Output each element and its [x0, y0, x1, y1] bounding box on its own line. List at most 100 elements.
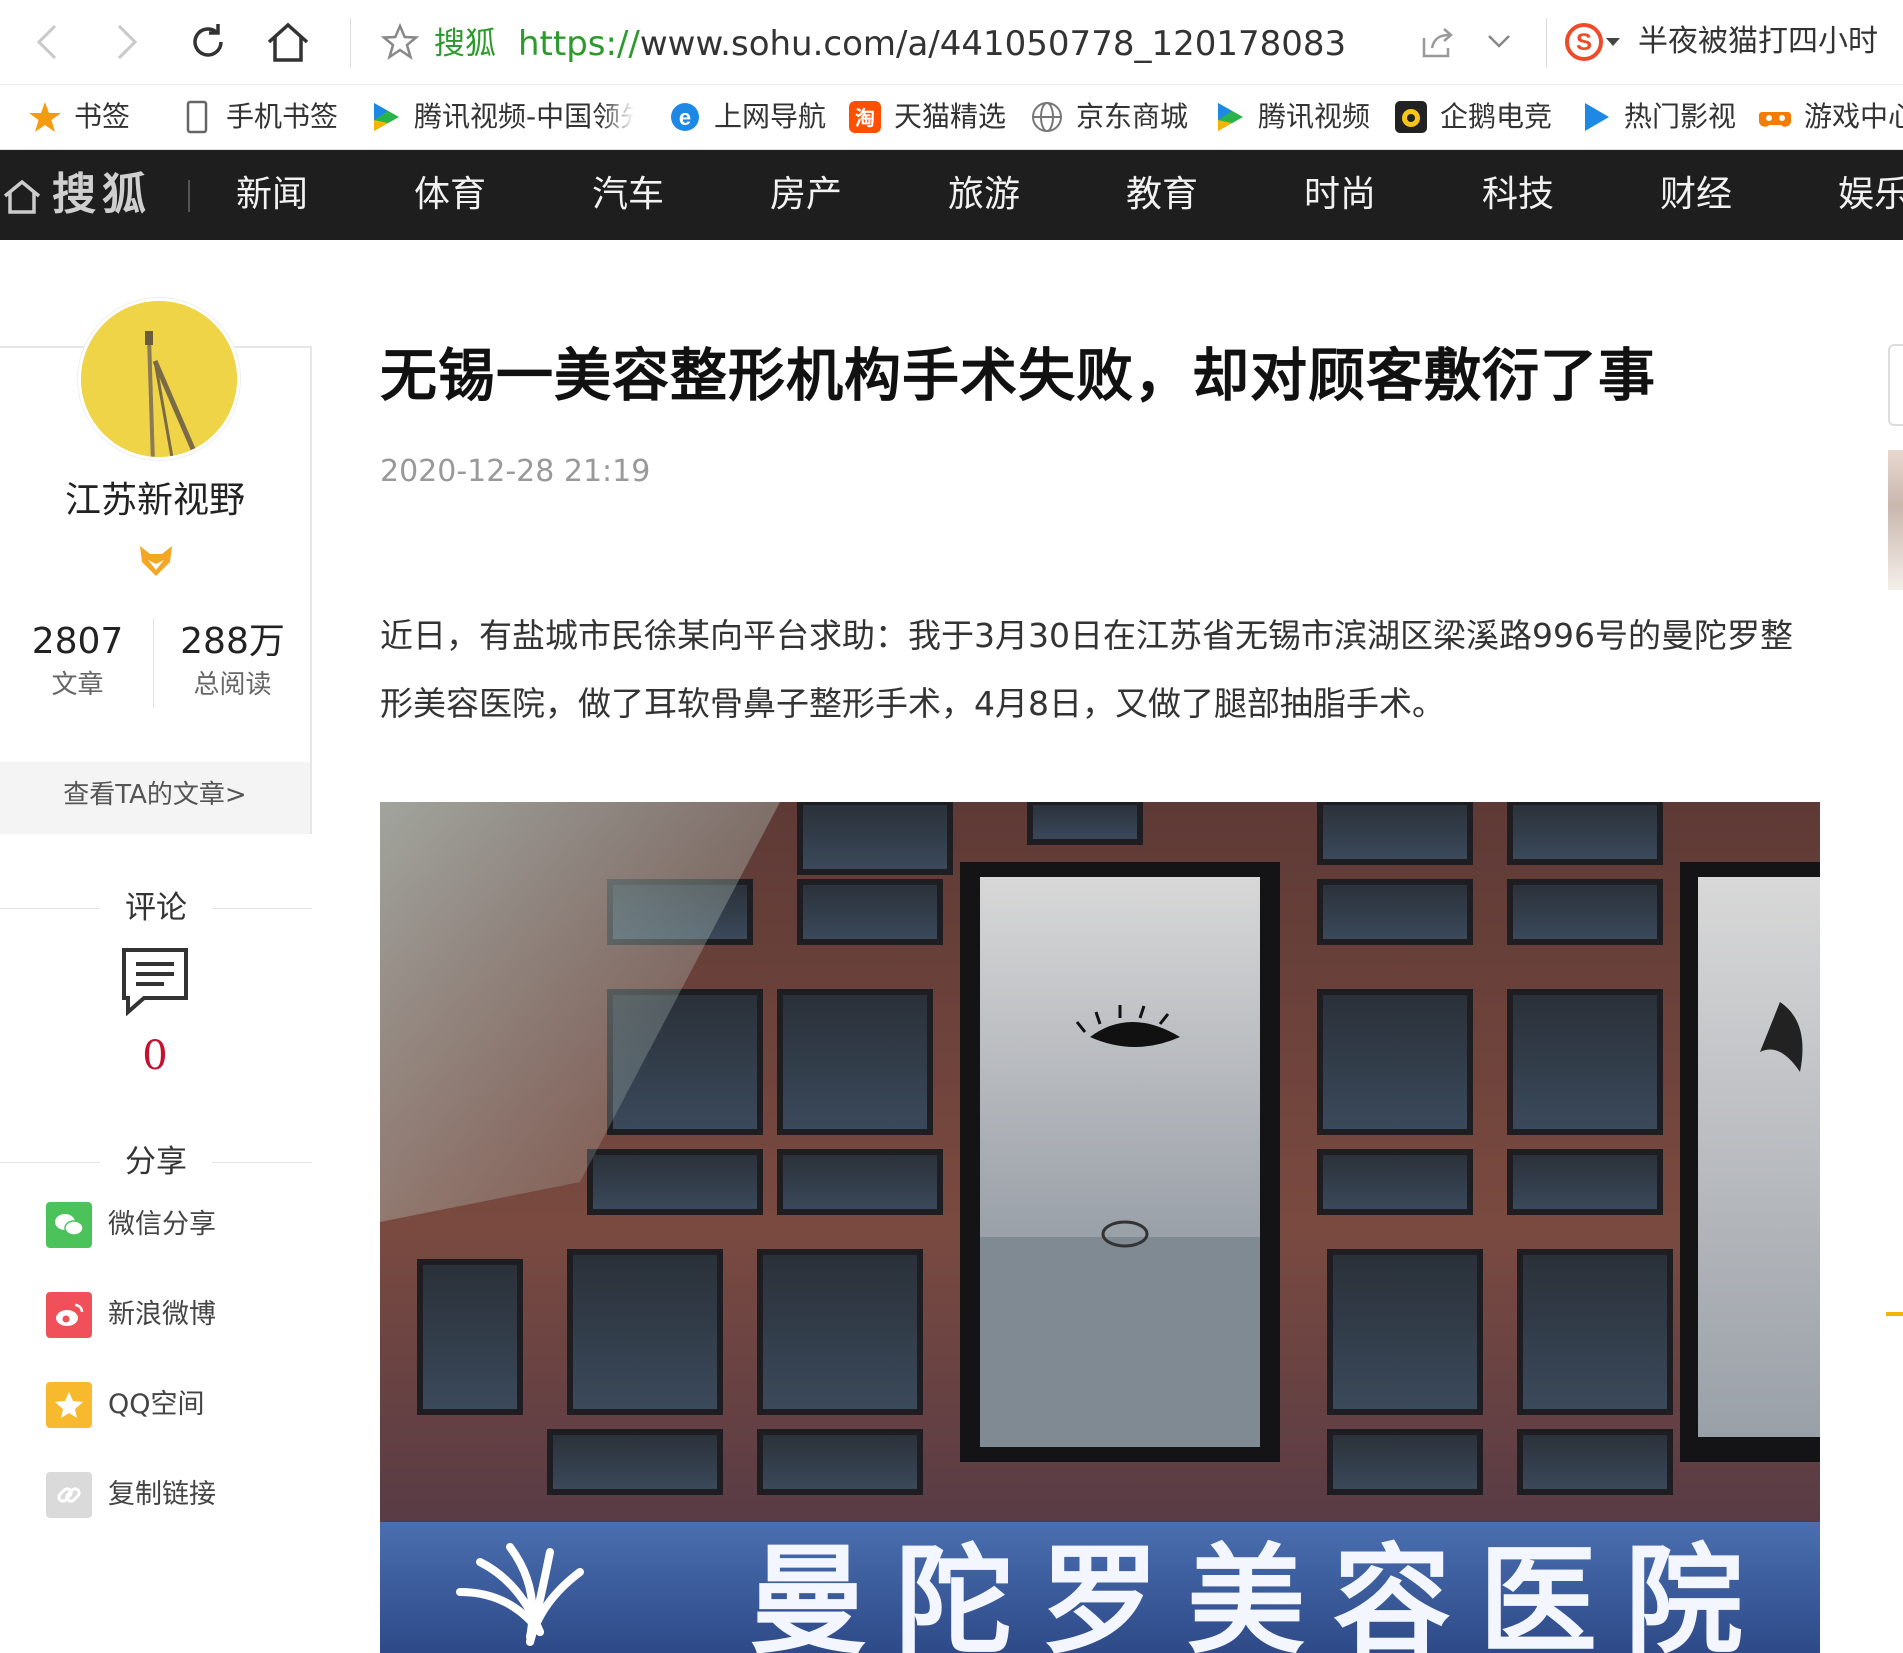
share-qzone-button[interactable]: QQ空间	[46, 1382, 205, 1428]
building-sign-text: 曼陀罗美容医院	[749, 1532, 1771, 1653]
qzone-icon	[46, 1382, 92, 1428]
share-weibo-button[interactable]: 新浪微博	[46, 1292, 216, 1338]
nav-item-news[interactable]: 新闻	[236, 170, 308, 220]
right-sidebar-widget[interactable]	[1888, 344, 1903, 426]
svg-text:S: S	[1576, 29, 1592, 56]
bookmark-label: 天猫精选	[894, 100, 1007, 133]
sogou-search-icon[interactable]: S	[1564, 22, 1604, 62]
nav-item-auto[interactable]: 汽车	[592, 170, 664, 220]
bookmark-item[interactable]: 腾讯视频-中国领先	[368, 97, 634, 137]
url-site-label: 搜狐	[434, 26, 496, 62]
reload-icon	[193, 24, 223, 57]
nav-divider	[188, 180, 190, 212]
bookmark-item[interactable]: 淘 天猫精选	[848, 97, 1006, 137]
home-button[interactable]	[262, 16, 314, 68]
toolbar-divider	[1546, 18, 1547, 68]
bookmark-label: 上网导航	[714, 100, 827, 133]
back-button[interactable]	[22, 16, 74, 68]
stat-divider	[153, 618, 154, 708]
bookmark-label: 腾讯视频	[1258, 100, 1371, 133]
bookmark-star-icon[interactable]	[380, 22, 420, 62]
nav-item-entertainment[interactable]: 娱乐	[1838, 170, 1903, 220]
nav-item-travel[interactable]: 旅游	[948, 170, 1020, 220]
right-sidebar-marker	[1886, 1312, 1903, 1316]
play-icon	[1578, 100, 1612, 134]
bookmark-label: 腾讯视频-中国领先	[414, 100, 634, 133]
svg-text:淘: 淘	[855, 106, 875, 130]
comments-section-title: 评论	[0, 886, 312, 930]
nav-item-sports[interactable]: 体育	[414, 170, 486, 220]
author-name[interactable]: 江苏新视野	[0, 476, 310, 526]
nav-item-education[interactable]: 教育	[1126, 170, 1198, 220]
bookmark-label: 京东商城	[1076, 100, 1189, 133]
site-nav: 搜狐 新闻 体育 汽车 房产 旅游 教育 时尚 科技 财经 娱乐	[0, 150, 1903, 240]
gamepad-icon	[1758, 100, 1792, 134]
bookmark-label: 游戏中心	[1804, 100, 1903, 133]
share-page-icon[interactable]	[1420, 26, 1456, 60]
ie-icon: e	[668, 100, 702, 134]
search-engine-dropdown[interactable]	[1606, 38, 1620, 46]
article-title: 无锡一美容整形机构手术失败，却对顾客敷衍了事	[380, 343, 1656, 409]
view-articles-link[interactable]: 查看TA的文章>	[0, 762, 310, 834]
phone-icon	[180, 100, 214, 134]
hospital-building-photo: 曼陀罗美容医院	[380, 802, 1820, 1653]
link-icon	[46, 1472, 92, 1518]
chevron-right-icon	[117, 24, 138, 60]
bookmark-item[interactable]: 书签	[28, 97, 130, 137]
nav-item-realestate[interactable]: 房产	[770, 170, 842, 220]
browser-toolbar: 搜狐 https://www.sohu.com/a/441050778_1201…	[0, 0, 1903, 84]
share-wechat-button[interactable]: 微信分享	[46, 1202, 216, 1248]
bookmark-item[interactable]: 腾讯视频	[1212, 97, 1370, 137]
bookmark-label: 手机书签	[226, 100, 339, 133]
comment-count[interactable]: 0	[0, 1028, 310, 1084]
article-image: 曼陀罗美容医院	[380, 802, 1820, 1653]
wechat-icon	[46, 1202, 92, 1248]
articles-count: 2807	[31, 621, 124, 662]
reload-button[interactable]	[182, 16, 234, 68]
share-label: QQ空间	[108, 1389, 205, 1420]
right-sidebar-thumbnail[interactable]	[1888, 450, 1903, 590]
bookmarks-bar: 书签 手机书签 腾讯视频-中国领先 e 上网导航 淘 天猫精选 京东商城 腾讯视…	[0, 84, 1903, 150]
bookmark-item[interactable]: 京东商城	[1030, 97, 1188, 137]
bookmark-item[interactable]: 手机书签	[180, 97, 338, 137]
nav-item-tech[interactable]: 科技	[1482, 170, 1554, 220]
share-label: 新浪微博	[108, 1299, 216, 1330]
bookmark-item[interactable]: 游戏中心	[1758, 97, 1903, 137]
reads-label: 总阅读	[193, 670, 272, 700]
toolbar-divider	[350, 18, 351, 68]
bookmark-label: 书签	[74, 100, 131, 133]
avatar[interactable]	[78, 298, 240, 460]
home-icon	[267, 22, 309, 62]
esports-icon	[1394, 100, 1428, 134]
comment-icon[interactable]	[120, 946, 190, 1016]
article-paragraph: 近日，有盐城市民徐某向平台求助：我于3月30日在江苏省无锡市滨湖区梁溪路996号…	[380, 616, 1793, 723]
share-label: 复制链接	[108, 1479, 216, 1510]
home-icon[interactable]	[2, 178, 42, 216]
svg-text:e: e	[679, 105, 691, 130]
search-box[interactable]: 半夜被猫打四小时	[1638, 22, 1878, 62]
star-icon	[28, 100, 62, 134]
article-date: 2020-12-28 21:19	[380, 454, 651, 489]
fox-badge-icon	[140, 546, 172, 576]
sohu-logo[interactable]: 搜狐	[52, 170, 152, 220]
articles-label: 文章	[51, 670, 104, 700]
nav-item-finance[interactable]: 财经	[1660, 170, 1732, 220]
copy-link-button[interactable]: 复制链接	[46, 1472, 216, 1518]
share-label: 微信分享	[108, 1209, 216, 1240]
play-icon	[368, 100, 402, 134]
avatar-image	[81, 301, 237, 457]
forward-button[interactable]	[100, 16, 152, 68]
share-section-title: 分享	[0, 1140, 312, 1184]
address-bar[interactable]: https://www.sohu.com/a/441050778_1201780…	[518, 24, 1346, 64]
bookmark-item[interactable]: 企鹅电竞	[1394, 97, 1552, 137]
bookmark-item[interactable]: 热门影视	[1578, 97, 1736, 137]
url-path: www.sohu.com/a/441050778_120178083	[639, 24, 1347, 64]
bookmark-item[interactable]: e 上网导航	[668, 97, 826, 137]
play-icon	[1212, 100, 1246, 134]
bookmark-label: 热门影视	[1624, 100, 1737, 133]
nav-item-fashion[interactable]: 时尚	[1304, 170, 1376, 220]
taobao-icon: 淘	[848, 100, 882, 134]
reads-count: 288万	[180, 621, 285, 662]
url-protocol: https://	[518, 24, 640, 64]
chevron-down-icon[interactable]	[1484, 30, 1514, 54]
